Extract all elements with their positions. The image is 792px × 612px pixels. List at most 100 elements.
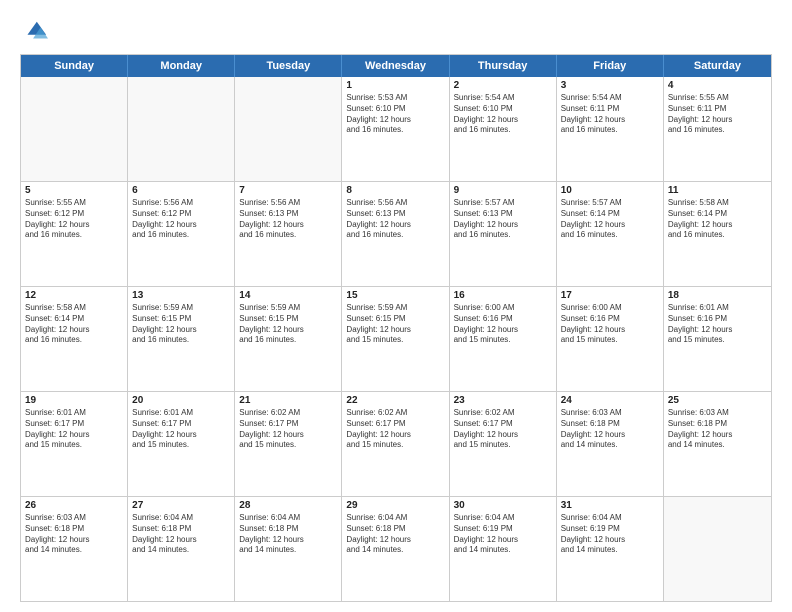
logo: [20, 18, 52, 46]
header-day-wednesday: Wednesday: [342, 55, 449, 77]
day-cell-19: 19Sunrise: 6:01 AM Sunset: 6:17 PM Dayli…: [21, 392, 128, 496]
day-content: Sunrise: 6:01 AM Sunset: 6:17 PM Dayligh…: [132, 408, 230, 451]
day-cell-5: 5 Sunrise: 5:55 AM Sunset: 6:12 PM Daylig…: [21, 182, 128, 286]
day-content: Sunrise: 5:59 AM Sunset: 6:15 PM Dayligh…: [346, 303, 444, 346]
day-cell-9: 9 Sunrise: 5:57 AM Sunset: 6:13 PM Daylig…: [450, 182, 557, 286]
day-content: Sunrise: 5:59 AM Sunset: 6:15 PM Dayligh…: [132, 303, 230, 346]
day-content: Sunrise: 6:03 AM Sunset: 6:18 PM Dayligh…: [25, 513, 123, 556]
day-content: Sunrise: 5:54 AM Sunset: 6:11 PM Dayligh…: [561, 93, 659, 136]
day-number: 14: [239, 290, 337, 301]
day-number: 16: [454, 290, 552, 301]
week-row-2: 12 Sunrise: 5:58 AM Sunset: 6:14 PM Dayli…: [21, 287, 771, 392]
calendar: SundayMondayTuesdayWednesdayThursdayFrid…: [20, 54, 772, 602]
day-content: Sunrise: 6:00 AM Sunset: 6:16 PM Dayligh…: [454, 303, 552, 346]
day-cell-11: 11 Sunrise: 5:58 AM Sunset: 6:14 PM Dayli…: [664, 182, 771, 286]
day-cell-10: 10 Sunrise: 5:57 AM Sunset: 6:14 PM Dayli…: [557, 182, 664, 286]
day-number: 11: [668, 185, 767, 196]
day-content: Sunrise: 5:58 AM Sunset: 6:14 PM Dayligh…: [668, 198, 767, 241]
day-cell-20: 20 Sunrise: 6:01 AM Sunset: 6:17 PM Dayli…: [128, 392, 235, 496]
day-number: 31: [561, 500, 659, 511]
day-cell-3: 3Sunrise: 5:54 AM Sunset: 6:11 PM Daylig…: [557, 77, 664, 181]
day-number: 21: [239, 395, 337, 406]
day-cell-14: 14 Sunrise: 5:59 AM Sunset: 6:15 PM Dayli…: [235, 287, 342, 391]
day-number: 15: [346, 290, 444, 301]
day-number: 23: [454, 395, 552, 406]
day-content: Sunrise: 5:54 AM Sunset: 6:10 PM Dayligh…: [454, 93, 552, 136]
day-content: Sunrise: 5:56 AM Sunset: 6:13 PM Dayligh…: [346, 198, 444, 241]
day-cell-12: 12 Sunrise: 5:58 AM Sunset: 6:14 PM Dayli…: [21, 287, 128, 391]
day-cell-30: 30 Sunrise: 6:04 AM Sunset: 6:19 PM Dayli…: [450, 497, 557, 601]
day-number: 28: [239, 500, 337, 511]
day-number: 6: [132, 185, 230, 196]
day-number: 1: [346, 80, 444, 91]
empty-cell: [235, 77, 342, 181]
week-row-0: 1 Sunrise: 5:53 AM Sunset: 6:10 PM Daylig…: [21, 77, 771, 182]
day-number: 5: [25, 185, 123, 196]
day-cell-8: 8 Sunrise: 5:56 AM Sunset: 6:13 PM Daylig…: [342, 182, 449, 286]
day-number: 18: [668, 290, 767, 301]
day-number: 4: [668, 80, 767, 91]
day-number: 22: [346, 395, 444, 406]
header-day-sunday: Sunday: [21, 55, 128, 77]
day-number: 20: [132, 395, 230, 406]
day-number: 8: [346, 185, 444, 196]
day-cell-24: 24Sunrise: 6:03 AM Sunset: 6:18 PM Dayli…: [557, 392, 664, 496]
day-content: Sunrise: 6:04 AM Sunset: 6:18 PM Dayligh…: [239, 513, 337, 556]
day-cell-22: 22Sunrise: 6:02 AM Sunset: 6:17 PM Dayli…: [342, 392, 449, 496]
day-number: 12: [25, 290, 123, 301]
day-content: Sunrise: 5:53 AM Sunset: 6:10 PM Dayligh…: [346, 93, 444, 136]
day-number: 26: [25, 500, 123, 511]
day-number: 10: [561, 185, 659, 196]
header-day-monday: Monday: [128, 55, 235, 77]
day-content: Sunrise: 6:04 AM Sunset: 6:18 PM Dayligh…: [346, 513, 444, 556]
day-number: 2: [454, 80, 552, 91]
week-row-1: 5 Sunrise: 5:55 AM Sunset: 6:12 PM Daylig…: [21, 182, 771, 287]
day-content: Sunrise: 6:04 AM Sunset: 6:18 PM Dayligh…: [132, 513, 230, 556]
day-content: Sunrise: 6:02 AM Sunset: 6:17 PM Dayligh…: [239, 408, 337, 451]
day-number: 25: [668, 395, 767, 406]
day-cell-15: 15 Sunrise: 5:59 AM Sunset: 6:15 PM Dayli…: [342, 287, 449, 391]
day-content: Sunrise: 6:03 AM Sunset: 6:18 PM Dayligh…: [668, 408, 767, 451]
empty-cell: [128, 77, 235, 181]
header-day-thursday: Thursday: [450, 55, 557, 77]
day-content: Sunrise: 5:56 AM Sunset: 6:13 PM Dayligh…: [239, 198, 337, 241]
day-cell-29: 29 Sunrise: 6:04 AM Sunset: 6:18 PM Dayli…: [342, 497, 449, 601]
day-cell-4: 4Sunrise: 5:55 AM Sunset: 6:11 PM Daylig…: [664, 77, 771, 181]
day-cell-23: 23 Sunrise: 6:02 AM Sunset: 6:17 PM Dayli…: [450, 392, 557, 496]
day-number: 9: [454, 185, 552, 196]
day-content: Sunrise: 6:00 AM Sunset: 6:16 PM Dayligh…: [561, 303, 659, 346]
day-content: Sunrise: 5:55 AM Sunset: 6:12 PM Dayligh…: [25, 198, 123, 241]
day-cell-2: 2 Sunrise: 5:54 AM Sunset: 6:10 PM Daylig…: [450, 77, 557, 181]
day-cell-16: 16 Sunrise: 6:00 AM Sunset: 6:16 PM Dayli…: [450, 287, 557, 391]
day-cell-27: 27 Sunrise: 6:04 AM Sunset: 6:18 PM Dayli…: [128, 497, 235, 601]
day-content: Sunrise: 5:57 AM Sunset: 6:13 PM Dayligh…: [454, 198, 552, 241]
day-number: 17: [561, 290, 659, 301]
header-day-friday: Friday: [557, 55, 664, 77]
day-cell-13: 13 Sunrise: 5:59 AM Sunset: 6:15 PM Dayli…: [128, 287, 235, 391]
day-number: 13: [132, 290, 230, 301]
day-cell-18: 18Sunrise: 6:01 AM Sunset: 6:16 PM Dayli…: [664, 287, 771, 391]
day-content: Sunrise: 6:02 AM Sunset: 6:17 PM Dayligh…: [454, 408, 552, 451]
day-cell-6: 6Sunrise: 5:56 AM Sunset: 6:12 PM Daylig…: [128, 182, 235, 286]
day-number: 27: [132, 500, 230, 511]
day-content: Sunrise: 5:59 AM Sunset: 6:15 PM Dayligh…: [239, 303, 337, 346]
day-content: Sunrise: 6:01 AM Sunset: 6:17 PM Dayligh…: [25, 408, 123, 451]
day-content: Sunrise: 5:58 AM Sunset: 6:14 PM Dayligh…: [25, 303, 123, 346]
day-content: Sunrise: 5:57 AM Sunset: 6:14 PM Dayligh…: [561, 198, 659, 241]
header-day-saturday: Saturday: [664, 55, 771, 77]
day-number: 7: [239, 185, 337, 196]
day-cell-31: 31 Sunrise: 6:04 AM Sunset: 6:19 PM Dayli…: [557, 497, 664, 601]
day-cell-26: 26 Sunrise: 6:03 AM Sunset: 6:18 PM Dayli…: [21, 497, 128, 601]
day-number: 30: [454, 500, 552, 511]
week-row-4: 26 Sunrise: 6:03 AM Sunset: 6:18 PM Dayli…: [21, 497, 771, 601]
day-content: Sunrise: 6:04 AM Sunset: 6:19 PM Dayligh…: [561, 513, 659, 556]
day-number: 29: [346, 500, 444, 511]
header-day-tuesday: Tuesday: [235, 55, 342, 77]
page: SundayMondayTuesdayWednesdayThursdayFrid…: [0, 0, 792, 612]
day-content: Sunrise: 6:04 AM Sunset: 6:19 PM Dayligh…: [454, 513, 552, 556]
day-cell-7: 7 Sunrise: 5:56 AM Sunset: 6:13 PM Daylig…: [235, 182, 342, 286]
empty-cell: [664, 497, 771, 601]
day-cell-1: 1 Sunrise: 5:53 AM Sunset: 6:10 PM Daylig…: [342, 77, 449, 181]
calendar-body: 1 Sunrise: 5:53 AM Sunset: 6:10 PM Daylig…: [21, 77, 771, 601]
day-cell-17: 17 Sunrise: 6:00 AM Sunset: 6:16 PM Dayli…: [557, 287, 664, 391]
